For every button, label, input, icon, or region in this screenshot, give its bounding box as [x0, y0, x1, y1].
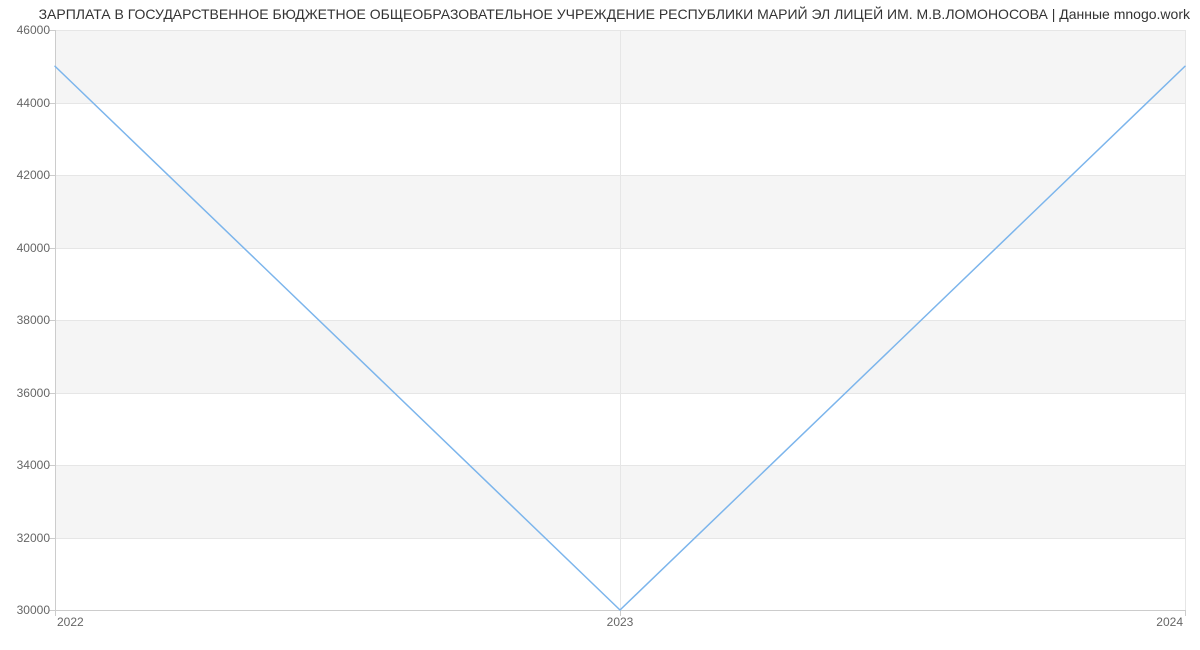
- y-axis-label: 44000: [5, 96, 50, 110]
- y-axis-label: 42000: [5, 168, 50, 182]
- x-axis-label: 2022: [57, 615, 84, 629]
- gridline-vertical: [1185, 30, 1186, 610]
- y-axis-label: 46000: [5, 23, 50, 37]
- y-axis-label: 40000: [5, 241, 50, 255]
- chart-title: ЗАРПЛАТА В ГОСУДАРСТВЕННОЕ БЮДЖЕТНОЕ ОБЩ…: [0, 6, 1190, 22]
- y-axis-label: 34000: [5, 458, 50, 472]
- x-axis-label: 2023: [607, 615, 634, 629]
- data-line: [55, 30, 1185, 610]
- y-axis-label: 32000: [5, 531, 50, 545]
- y-axis-label: 38000: [5, 313, 50, 327]
- x-axis-label: 2024: [1156, 615, 1183, 629]
- plot-area: [55, 30, 1185, 610]
- y-axis-label: 30000: [5, 603, 50, 617]
- x-tick: [1185, 610, 1186, 616]
- y-axis-label: 36000: [5, 386, 50, 400]
